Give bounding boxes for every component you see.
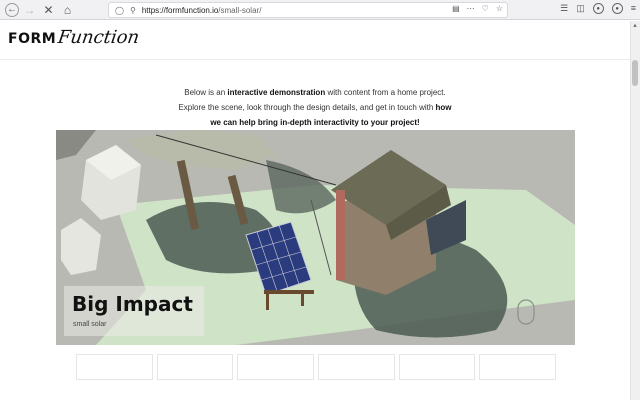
scrollbar-thumb[interactable] [632, 60, 638, 86]
account-icon[interactable]: ● [592, 3, 604, 14]
panel-frame [264, 290, 314, 294]
chimney [336, 190, 345, 280]
forward-button[interactable]: → [21, 1, 38, 18]
detail-card[interactable] [479, 354, 557, 380]
detail-card[interactable] [318, 354, 395, 380]
detail-cards [76, 354, 557, 380]
arrow-left-icon: ← [7, 4, 17, 15]
bookmark-star-icon[interactable]: ☆ [496, 4, 503, 13]
stop-button[interactable]: ✕ [40, 1, 57, 18]
panel-post [301, 290, 304, 306]
reader-view-icon[interactable]: ▤ [452, 4, 460, 13]
browser-window: ← → ✕ ⌂ ◯ ⚲ https://formfunction.io/smal… [0, 0, 640, 400]
site-logo[interactable]: FORM Function [8, 27, 141, 48]
logo-form: FORM [8, 31, 57, 47]
intro-text: Below is an interactive demonstration wi… [0, 85, 630, 130]
scene-title-card: Big Impact small solar [64, 286, 204, 336]
back-button[interactable]: ← [5, 2, 19, 17]
scroll-up-icon[interactable]: ▲ [632, 23, 638, 29]
lock-icon: ⚲ [129, 5, 136, 15]
library-icon[interactable]: ☰ [560, 3, 568, 14]
sidebar-icon[interactable]: ◫ [576, 3, 585, 14]
url-host: https://formfunction.io [141, 5, 219, 15]
address-bar[interactable]: ◯ ⚲ https://formfunction.io/small-solar/… [108, 2, 508, 18]
menu-icon[interactable]: ≡ [631, 3, 636, 14]
neighbor-house-2 [61, 218, 101, 275]
neighbor-road [56, 130, 96, 160]
browser-toolbar: ← → ✕ ⌂ ◯ ⚲ https://formfunction.io/smal… [0, 0, 640, 20]
intro-line-2: Explore the scene, look through the desi… [0, 100, 630, 115]
home-icon: ⌂ [63, 2, 72, 17]
url-text: https://formfunction.io/small-solar/ [142, 6, 262, 15]
shield-icon: ◯ [115, 5, 124, 15]
intro-line-1-bold: interactive demonstration [227, 88, 326, 97]
more-actions-icon[interactable]: ⋯ [467, 4, 475, 13]
header-divider [0, 59, 630, 60]
intro-line-2-start: Explore the scene, look through the desi… [178, 103, 436, 112]
detail-card[interactable] [398, 354, 476, 380]
intro-line-3: we can help bring in-depth interactivity… [0, 115, 630, 130]
intro-line-2-bold: how [435, 103, 452, 112]
intro-line-3-bold: we can help bring in-depth interactivity… [210, 118, 420, 127]
url-path: /small-solar/ [218, 5, 262, 15]
intro-line-1: Below is an interactive demonstration wi… [0, 85, 630, 100]
tree-canopy [126, 130, 276, 170]
extension-icon[interactable]: ● [611, 3, 623, 14]
detail-card[interactable] [156, 354, 234, 380]
home-button[interactable]: ⌂ [59, 1, 76, 18]
scene-title: Big Impact [72, 292, 193, 316]
detail-card[interactable] [237, 354, 315, 380]
logo-function: Function [56, 27, 141, 48]
arrow-right-icon: → [23, 2, 36, 17]
close-icon: ✕ [43, 2, 54, 17]
intro-line-1-end: with content from a home project. [325, 88, 446, 97]
pocket-icon[interactable]: ♡ [482, 4, 489, 13]
detail-card[interactable] [76, 354, 153, 380]
scene-subtitle: small solar [73, 321, 107, 328]
intro-line-1-start: Below is an [184, 88, 228, 97]
panel-post [266, 292, 269, 310]
